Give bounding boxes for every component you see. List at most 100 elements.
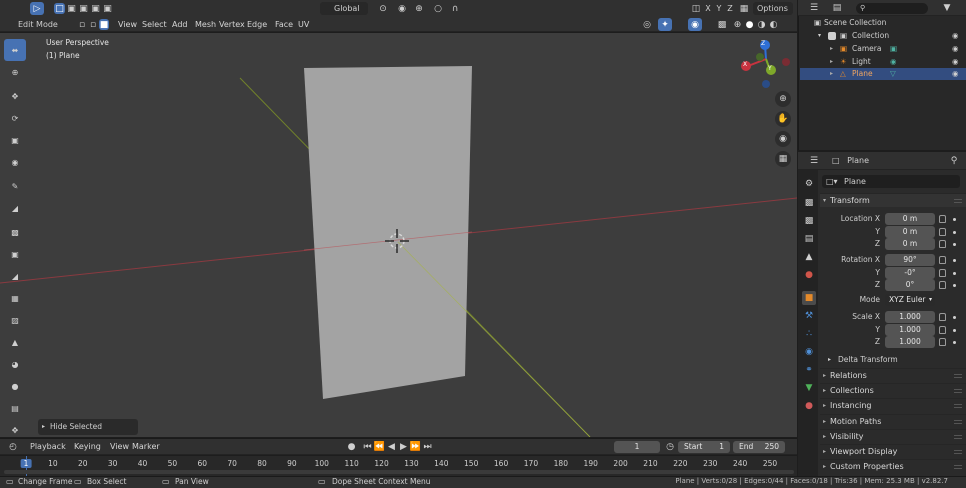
material-shading-icon[interactable]: ◑ xyxy=(756,18,767,31)
constraints-tab-icon[interactable]: ⚭ xyxy=(802,363,816,377)
panel-custom-properties[interactable]: ▸ Custom Properties xyxy=(820,459,966,473)
outliner-item-plane[interactable]: ▸ △ Plane ▽ ◉ xyxy=(800,68,966,80)
last-operator-panel[interactable]: ▸ Hide Selected xyxy=(38,419,138,435)
outliner-item-camera[interactable]: ▸ ▣ Camera ▣ ◉ xyxy=(800,43,966,55)
material-tab-icon[interactable]: ● xyxy=(802,399,816,413)
tool-settings-tab-icon[interactable]: ⚙ xyxy=(802,177,816,191)
transform-drag-grip[interactable] xyxy=(954,199,962,203)
end-frame-field[interactable]: End 250 xyxy=(733,441,785,453)
location-x-field[interactable]: 0 m xyxy=(885,213,935,225)
location-z-keyframe-icon[interactable] xyxy=(953,243,956,246)
camera-view-icon[interactable]: ◉ xyxy=(775,131,791,147)
perspective-toggle-icon[interactable]: ▦ xyxy=(775,151,791,167)
panel-relations[interactable]: ▸ Relations xyxy=(820,368,966,382)
overlay-toggle-icon[interactable]: ◉ xyxy=(688,18,702,31)
cursor-tool-icon[interactable]: ⊕ xyxy=(4,61,26,83)
play-icon[interactable]: ▶ xyxy=(398,440,409,453)
transform-tool-icon[interactable]: ◉ xyxy=(4,151,26,173)
timeline-editor-type-icon[interactable]: ◴ xyxy=(4,440,22,453)
transform-panel-header[interactable]: ▾ Transform xyxy=(820,193,966,207)
select-box-mode-icon[interactable]: □ xyxy=(54,3,65,14)
visibility-eye-icon[interactable]: ◉ xyxy=(952,43,959,55)
move-tool-icon[interactable]: ✥ xyxy=(4,85,26,107)
start-frame-field[interactable]: Start 1 xyxy=(678,441,730,453)
rotation-x-keyframe-icon[interactable] xyxy=(953,259,956,262)
knife-tool-icon[interactable]: ▨ xyxy=(4,309,26,331)
select-invert-icon[interactable]: ▣ xyxy=(90,3,101,14)
outliner-scene-collection[interactable]: ▣ Scene Collection xyxy=(800,17,966,29)
render-tab-icon[interactable]: ▩ xyxy=(802,196,816,210)
menu-uv[interactable]: UV xyxy=(298,17,309,33)
scale-y-field[interactable]: 1.000 xyxy=(885,323,935,336)
xray-icon[interactable]: ▩ xyxy=(716,18,728,31)
panel-drag-grip[interactable] xyxy=(954,450,962,454)
vertex-select-icon[interactable]: ▫ xyxy=(77,19,87,30)
collection-expand-icon[interactable]: ▾ xyxy=(818,30,821,42)
spin-tool-icon[interactable]: ◕ xyxy=(4,353,26,375)
autoscale-icon[interactable]: ▦ xyxy=(738,2,750,15)
rotation-mode-dropdown[interactable]: XYZ Euler ▾ xyxy=(885,294,935,306)
gizmo-toggle-icon[interactable]: ✦ xyxy=(658,18,672,31)
scale-z-keyframe-icon[interactable] xyxy=(953,341,956,344)
edge-slide-tool-icon[interactable]: ▤ xyxy=(4,397,26,419)
record-icon[interactable]: ● xyxy=(346,440,357,453)
panel-viewport-display[interactable]: ▸ Viewport Display xyxy=(820,444,966,458)
timeline-menu-view[interactable]: View xyxy=(110,439,129,455)
properties-editor-type-icon[interactable]: ☰ xyxy=(806,155,822,167)
rotation-z-keyframe-icon[interactable] xyxy=(953,284,956,287)
object-name-field[interactable]: □▾ Plane xyxy=(822,175,960,188)
annotate-tool-icon[interactable]: ✎ xyxy=(4,175,26,197)
loop-cut-tool-icon[interactable]: ▦ xyxy=(4,287,26,309)
panel-motion-paths[interactable]: ▸ Motion Paths xyxy=(820,413,966,428)
solid-shading-icon[interactable]: ● xyxy=(744,18,755,31)
pan-hand-icon[interactable]: ✋ xyxy=(775,111,791,127)
scale-z-field[interactable]: 1.000 xyxy=(885,336,935,348)
location-y-field[interactable]: 0 m xyxy=(885,225,935,238)
menu-edge[interactable]: Edge xyxy=(247,17,267,33)
smooth-tool-icon[interactable]: ● xyxy=(4,375,26,397)
outliner-search-input[interactable]: ⚲ xyxy=(856,3,928,14)
jump-end-icon[interactable]: ⏭ xyxy=(422,440,433,453)
location-x-lock-icon[interactable] xyxy=(939,215,946,223)
rotation-z-lock-icon[interactable] xyxy=(939,281,946,289)
bevel-tool-icon[interactable]: ◢ xyxy=(4,265,26,287)
outliner-editor-type-icon[interactable]: ☰ xyxy=(806,2,822,14)
mode-dropdown[interactable]: Edit Mode xyxy=(4,18,72,31)
location-x-keyframe-icon[interactable] xyxy=(953,218,956,221)
timeline-menu-keying[interactable]: Keying xyxy=(74,439,101,455)
wireframe-shading-icon[interactable]: ⊕ xyxy=(732,18,743,31)
rotation-z-field[interactable]: 0° xyxy=(885,279,935,291)
scale-tool-icon[interactable]: ▣ xyxy=(4,129,26,151)
poly-build-tool-icon[interactable]: ▲ xyxy=(4,331,26,353)
location-y-keyframe-icon[interactable] xyxy=(953,230,956,234)
menu-view[interactable]: View xyxy=(118,17,137,33)
zoom-icon[interactable]: ⊕ xyxy=(775,91,791,107)
panel-instancing[interactable]: ▸ Instancing xyxy=(820,398,966,412)
panel-drag-grip[interactable] xyxy=(954,434,962,439)
panel-drag-grip[interactable] xyxy=(954,389,962,394)
editor-type-button[interactable]: ▷ xyxy=(30,2,44,15)
menu-face[interactable]: Face xyxy=(275,17,293,33)
collection-checkbox[interactable] xyxy=(828,32,836,40)
data-tab-icon[interactable]: ▼ xyxy=(802,381,816,395)
panel-drag-grip[interactable] xyxy=(954,419,962,424)
outliner-collection[interactable]: ▾ ▣ Collection ◉ xyxy=(800,30,966,42)
location-z-field[interactable]: 0 m xyxy=(885,238,935,250)
3d-viewport[interactable]: Z X Y User Perspective (1) Plane ⊕ ✋ ◉ ▦… xyxy=(0,33,797,437)
options-dropdown[interactable]: Options xyxy=(753,2,793,15)
proportional-edit-icon[interactable]: ○ xyxy=(432,2,444,15)
panel-visibility[interactable]: ▸ Visibility xyxy=(820,428,966,443)
outliner-expand-icon[interactable]: ▸ xyxy=(830,43,833,55)
physics-tab-icon[interactable]: ◉ xyxy=(802,345,816,359)
jump-start-icon[interactable]: ⏮ xyxy=(362,440,373,453)
snap-target-icon[interactable]: ⊕ xyxy=(410,2,428,15)
rotation-x-lock-icon[interactable] xyxy=(939,256,946,264)
rendered-shading-icon[interactable]: ◐ xyxy=(768,18,779,31)
scale-z-lock-icon[interactable] xyxy=(939,338,946,346)
visibility-icon[interactable]: ◎ xyxy=(638,18,656,31)
panel-collections[interactable]: ▸ Collections xyxy=(820,383,966,397)
axis-toggle-z[interactable]: Z xyxy=(725,2,735,15)
scale-y-lock-icon[interactable] xyxy=(939,325,946,334)
current-frame-field[interactable]: 1 xyxy=(614,441,660,453)
panel-drag-grip[interactable] xyxy=(954,374,962,378)
